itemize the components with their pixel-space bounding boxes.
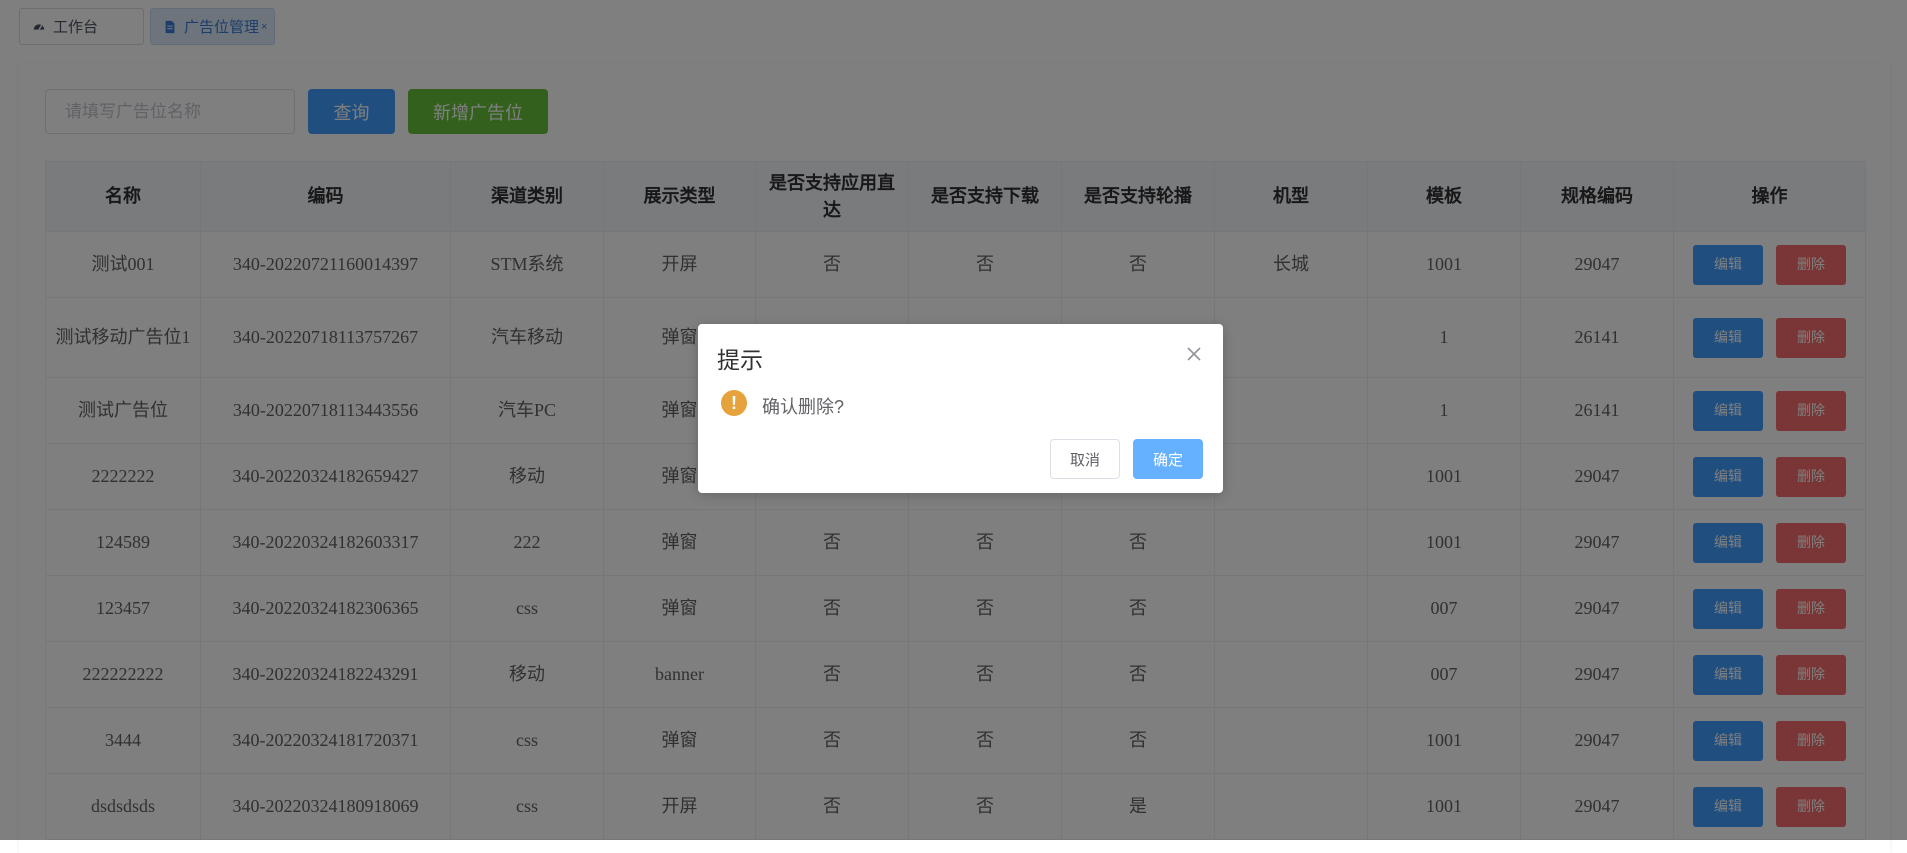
- warning-icon: !: [721, 390, 747, 416]
- confirm-button[interactable]: 确定: [1133, 439, 1203, 479]
- dialog-message: 确认删除?: [762, 397, 845, 417]
- close-icon[interactable]: [1184, 344, 1204, 364]
- confirm-dialog: 提示 ! 确认删除? 取消 确定: [698, 324, 1223, 493]
- dialog-title: 提示: [717, 347, 763, 373]
- cancel-button[interactable]: 取消: [1050, 439, 1120, 479]
